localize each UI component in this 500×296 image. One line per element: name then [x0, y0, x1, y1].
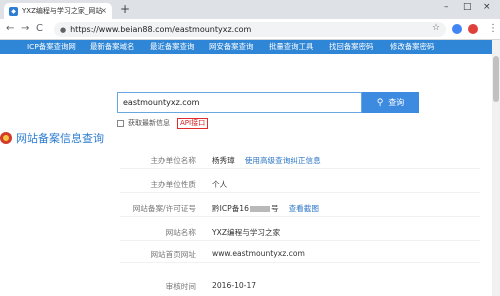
nav-item-security-query[interactable]: 网安备案查询	[209, 40, 253, 54]
shield-icon: ◆	[9, 6, 18, 16]
section-heading: 网站备案信息查询	[0, 130, 104, 146]
search-options: 获取最新信息 API接口	[117, 117, 209, 129]
window-close-button[interactable]: ×	[483, 2, 491, 12]
address-bar: ← → C ● https://www.beian88.com/eastmoun…	[0, 19, 500, 40]
browser-menu-icon[interactable]: ⋮	[488, 23, 498, 35]
nav-item-change-password[interactable]: 修改备案密码	[390, 40, 434, 54]
search-button[interactable]: ⚲ 查询	[362, 92, 419, 113]
sponsor-name: 杨秀璋	[212, 156, 235, 165]
nav-item-latest-domains[interactable]: 最新备案域名	[90, 40, 134, 54]
row-divider	[120, 216, 480, 217]
sponsor-label: 主办单位名称	[150, 156, 196, 165]
advanced-query-link[interactable]: 使用高级查询纠正信息	[245, 156, 321, 165]
extension-icon[interactable]	[468, 24, 478, 34]
row-divider	[120, 240, 480, 241]
row-divider	[120, 192, 480, 193]
homepage-value: www.eastmountyxz.com	[212, 249, 305, 258]
api-link[interactable]: API接口	[177, 117, 209, 129]
nav-item-icp[interactable]: ICP备案查询网	[27, 40, 76, 54]
minimize-button[interactable]: –	[444, 2, 449, 12]
search-input[interactable]: eastmountyxz.com	[117, 92, 362, 113]
scrollbar-thumb[interactable]	[493, 56, 499, 102]
tab-title: YXZ编程与学习之家_网站备案信...	[22, 7, 102, 15]
search-button-label: 查询	[388, 98, 405, 107]
lock-icon: ●	[60, 25, 67, 34]
browser-tab[interactable]: ◆ YXZ编程与学习之家_网站备案信... ×	[4, 3, 112, 19]
nature-value: 个人	[212, 180, 228, 189]
view-screenshot-link[interactable]: 查看截图	[289, 204, 319, 213]
license-suffix: 号	[270, 204, 279, 213]
bookmark-star-icon[interactable]: ☆	[432, 23, 440, 33]
nav-item-batch-tool[interactable]: 批量查询工具	[269, 40, 313, 54]
detail-row-audit: 审核时间 2016-10-17	[0, 278, 492, 294]
nav-item-recover-password[interactable]: 找回备案密码	[329, 40, 373, 54]
redacted-block	[249, 206, 270, 212]
nature-label: 主办单位性质	[150, 180, 196, 189]
license-label: 网站备案/许可证号	[132, 204, 196, 213]
detail-row-license: 网站备案/许可证号 黔ICP备16 号 查看截图	[0, 200, 492, 216]
site-nav: ICP备案查询网 最新备案域名 最近备案查询 网安备案查询 批量查询工具 找回备…	[0, 40, 500, 54]
url-field[interactable]: ● https://www.beian88.com/eastmountyxz.c…	[54, 22, 446, 37]
reload-button[interactable]: C	[36, 23, 43, 35]
tab-close-icon[interactable]: ×	[100, 6, 107, 15]
site-name-label: 网站名称	[165, 228, 196, 237]
detail-row-site-name: 网站名称 YXZ编程与学习之家	[0, 224, 492, 240]
row-divider	[120, 262, 480, 263]
search-icon: ⚲	[376, 97, 384, 108]
url-text: https://www.beian88.com/eastmountyxz.com	[70, 25, 252, 34]
nav-item-recent-query[interactable]: 最近备案查询	[150, 40, 194, 54]
maximize-button[interactable]: □	[463, 2, 472, 12]
sponsor-value: 杨秀璋 使用高级查询纠正信息	[212, 155, 321, 166]
new-tab-button[interactable]: +	[120, 3, 130, 16]
page-title: 网站备案信息查询	[16, 132, 104, 145]
detail-row-homepage: 网站首页网址 www.eastmountyxz.com	[0, 246, 492, 262]
row-divider	[120, 168, 480, 169]
tab-strip: ◆ YXZ编程与学习之家_网站备案信... × + – □ ×	[0, 0, 500, 19]
forward-button[interactable]: →	[21, 23, 29, 35]
detail-row-nature: 主办单位性质 个人	[0, 176, 492, 192]
back-button[interactable]: ←	[6, 23, 14, 35]
license-value: 黔ICP备16 号 查看截图	[212, 203, 319, 214]
license-prefix: 黔ICP备16	[212, 204, 249, 213]
detail-row-sponsor: 主办单位名称 杨秀璋 使用高级查询纠正信息	[0, 152, 492, 168]
refresh-checkbox[interactable]	[117, 119, 124, 127]
site-name-value: YXZ编程与学习之家	[212, 228, 281, 237]
emblem-icon	[0, 132, 12, 144]
extension-icon[interactable]	[452, 24, 462, 34]
audit-label: 审核时间	[165, 282, 196, 291]
audit-value: 2016-10-17	[212, 281, 257, 290]
homepage-label: 网站首页网址	[150, 250, 196, 259]
refresh-checkbox-label: 获取最新信息	[128, 119, 170, 127]
